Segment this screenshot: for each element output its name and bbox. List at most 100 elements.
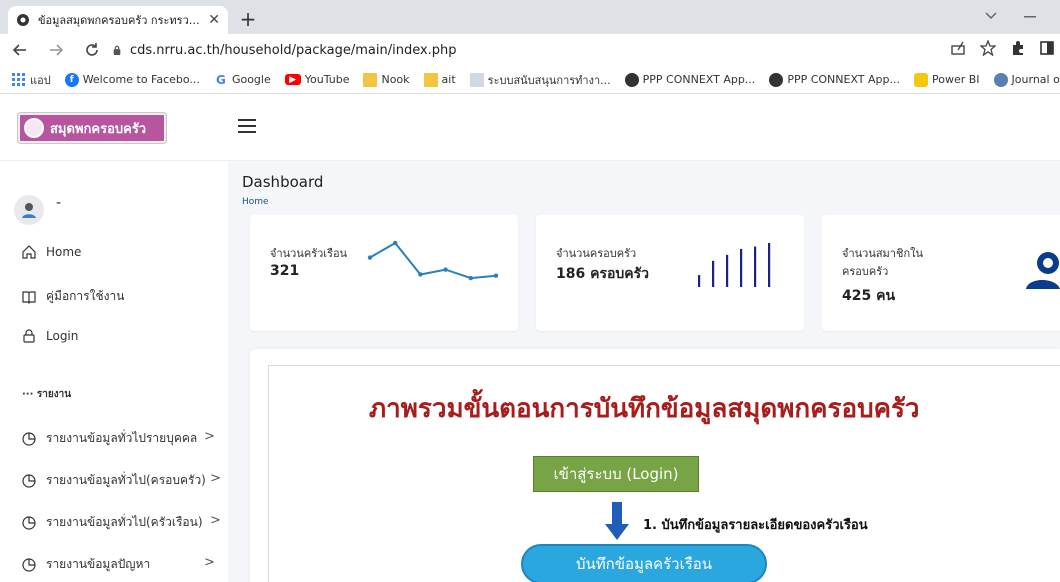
page-icon [469,72,484,87]
tab-search-chevron-icon[interactable] [985,12,997,20]
apps-grid-icon [12,72,25,86]
tab-close-icon[interactable]: ✕ [208,12,220,28]
bookmark-label: แอป [30,73,51,87]
process-overview-image: ภาพรวมขั้นตอนการบันทึกข้อมูลสมุดพกครอบคร… [268,365,1060,582]
breadcrumb[interactable]: Home [242,197,269,207]
bookmark-label: PPP CONNEXT App... [642,73,756,86]
bookmark-label: Welcome to Facebo... [82,73,200,86]
bookmark-label: Journal of Accounta... [1011,73,1060,86]
main-content: Dashboard Home จำนวนครัวเรือน 321 จำนวนค… [228,161,1060,582]
bookmark-apps[interactable]: แอป [8,71,55,89]
bookmark-ppp-1[interactable]: PPP CONNEXT App... [621,72,760,87]
ppp-icon [624,72,639,87]
families-value: 186 ครอบครัว [556,266,650,282]
ppp-icon [769,72,784,87]
page-title: Dashboard [242,173,324,191]
sidebar-item-label: รายงานข้อมูลทั่วไปรายบุคคล [46,431,198,445]
youtube-icon: ▶ [284,74,301,85]
sidebar-item-report-problems[interactable]: รายงานข้อมูลปัญหา [22,555,150,574]
sidebar-item-report-family[interactable]: รายงานข้อมูลทั่วไป(ครอบครัว) [22,471,206,490]
sparkline-point [393,240,398,246]
down-arrow-icon [605,502,629,540]
families-label: จำนวนครอบครัว [556,247,637,260]
bookmark-facebook[interactable]: f Welcome to Facebo... [61,72,204,87]
members-value: 425 คน [842,288,896,304]
sidebar-item-label: Home [46,245,82,259]
bookmark-label: Google [231,73,271,86]
sidebar-item-report-individual[interactable]: รายงานข้อมูลทั่วไปรายบุคคล [22,429,197,448]
bookmark-support-system[interactable]: ระบบสนับสนุนการทำงา... [466,71,615,89]
minimize-window-icon[interactable] [1024,16,1036,18]
bookmark-google[interactable]: G Google [210,73,275,87]
address-bar[interactable]: cds.nrru.ac.th/household/package/main/in… [112,37,1060,63]
user-avatar-icon [22,203,36,218]
pie-chart-icon [22,473,36,488]
families-bar-chart [698,243,771,287]
sidebar-item-manual[interactable]: คู่มือการใช้งาน [22,287,124,306]
sparkline-point [418,272,423,277]
bookmark-ait[interactable]: ait [420,72,460,87]
chevron-right-icon[interactable]: > [204,555,215,570]
members-card: จำนวนสมาชิกใน ครอบครัว 425 คน [822,215,1060,331]
chevron-right-icon[interactable]: > [210,471,221,486]
menu-toggle-icon[interactable] [238,119,256,133]
sparkline-line [369,241,497,280]
bookmark-label: Power BI [932,73,980,86]
members-label-line-2: ครอบครัว [842,265,889,278]
bookmark-label: YouTube [304,73,350,86]
bookmark-star-icon[interactable] [980,40,996,56]
chevron-right-icon[interactable]: > [210,513,221,528]
sidebar-item-report-household[interactable]: รายงานข้อมูลทั่วไป(ครัวเรือน) [22,513,203,532]
bookmark-powerbi[interactable]: Power BI [910,72,984,87]
bookmarks-bar: แอป f Welcome to Facebo... G Google ▶ Yo… [0,66,1060,94]
powerbi-icon [914,72,928,87]
bookmark-label: ait [441,73,456,86]
browser-tab[interactable]: ข้อมูลสมุดพกครอบครัว กระทรวงพัฒนา ✕ [8,6,228,34]
members-label-line-1: จำนวนสมาชิกใน [842,247,923,260]
pie-chart-icon [22,557,36,572]
sidebar-item-login[interactable]: Login [22,329,78,343]
folder-icon [423,72,438,87]
book-icon [22,290,36,304]
ministry-seal-icon [24,118,44,138]
new-tab-button[interactable]: + [236,7,260,31]
bookmark-journal[interactable]: Journal of Accounta... [990,72,1060,87]
url-text: cds.nrru.ac.th/household/package/main/in… [130,42,457,58]
sparkline-point [443,267,448,272]
sparkline-point [493,273,499,278]
forward-arrow-icon[interactable] [44,42,68,58]
app-topbar: สมุดพกครอบครัว [0,95,1060,161]
logo-text: สมุดพกครอบครัว [50,121,147,137]
browser-toolbar: cds.nrru.ac.th/household/package/main/in… [0,34,1060,66]
bookmark-ppp-2[interactable]: PPP CONNEXT App... [765,72,904,87]
households-sparkline [367,240,499,281]
tab-title: ข้อมูลสมุดพกครอบครัว กระทรวงพัฒนา [38,14,202,27]
lock-icon [113,45,121,55]
chevron-right-icon[interactable]: > [204,429,215,444]
avatar [14,195,44,225]
reload-icon[interactable] [80,42,104,58]
process-overview-title: ภาพรวมขั้นตอนการบันทึกข้อมูลสมุดพกครอบคร… [369,394,920,424]
flow-household-step: บันทึกข้อมูลครัวเรือน [521,544,767,582]
bar [768,243,771,287]
user-name: - [56,195,62,211]
members-label: จำนวนสมาชิกใน ครอบครัว [842,245,923,281]
sidebar-item-label: รายงานข้อมูลทั่วไป(ครัวเรือน) [46,515,203,529]
site-favicon-icon [17,14,29,26]
back-arrow-icon[interactable] [8,42,32,58]
bookmark-youtube[interactable]: ▶ YouTube [281,73,354,86]
app-logo[interactable]: สมุดพกครอบครัว [18,113,166,143]
side-panel-icon[interactable] [1040,40,1054,56]
sidebar-item-home[interactable]: Home [22,245,81,259]
toolbar-actions [950,40,1054,56]
share-icon[interactable] [950,40,966,56]
households-card: จำนวนครัวเรือน 321 [250,215,518,331]
bar [698,275,701,287]
bookmark-nook[interactable]: Nook [359,72,413,87]
bookmark-label: ระบบสนับสนุนการทำงา... [487,73,611,87]
home-icon [22,245,36,259]
sidebar-item-label: รายงานข้อมูลทั่วไป(ครอบครัว) [46,473,206,487]
extensions-icon[interactable] [1010,40,1026,56]
sparkline-point [367,255,373,260]
journal-icon [993,72,1008,87]
